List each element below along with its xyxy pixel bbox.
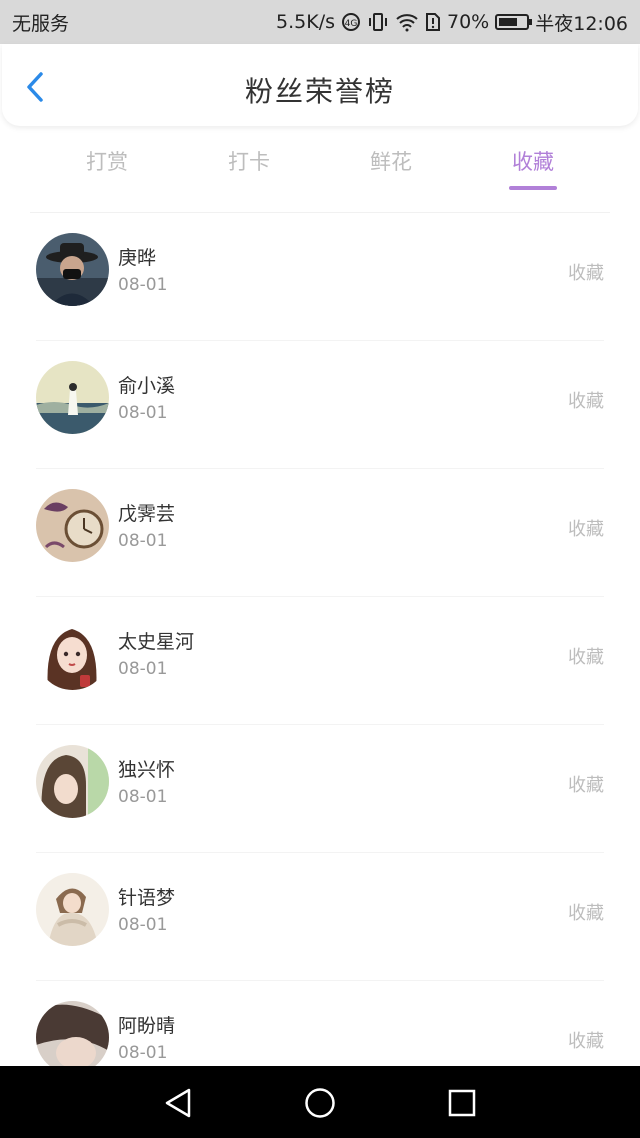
fan-name: 阿盼晴 (118, 1015, 176, 1037)
fan-action-label: 收藏 (568, 903, 604, 924)
list-item[interactable]: 戊霁芸 08-01 收藏 (0, 469, 640, 597)
fan-date: 08-01 (118, 531, 168, 551)
carrier-text: 无服务 (12, 12, 70, 35)
avatar (36, 489, 109, 562)
avatar (36, 233, 109, 306)
fan-action-label: 收藏 (568, 647, 604, 668)
svg-text:4G: 4G (345, 19, 358, 29)
nav-back-button[interactable] (158, 1086, 198, 1120)
network-speed: 5.5K/s (276, 11, 335, 33)
fan-name: 庚晔 (118, 247, 157, 269)
fan-date: 08-01 (118, 659, 168, 679)
fan-date: 08-01 (118, 915, 168, 935)
fan-date: 08-01 (118, 787, 168, 807)
battery-icon (495, 14, 533, 30)
fan-name: 太史星河 (118, 631, 195, 653)
page-title: 粉丝荣誉榜 (244, 75, 395, 108)
fan-date: 08-01 (118, 275, 168, 295)
fan-date: 08-01 (118, 403, 168, 423)
header: 粉丝荣誉榜 (2, 44, 638, 126)
fan-name: 戊霁芸 (118, 503, 176, 525)
avatar (36, 1001, 109, 1074)
system-nav-bar (0, 1066, 640, 1138)
nav-home-button[interactable] (300, 1086, 340, 1120)
fan-action-label: 收藏 (568, 775, 604, 796)
sim-alert-icon (425, 12, 441, 32)
fan-action-label: 收藏 (568, 1031, 604, 1052)
fan-action-label: 收藏 (568, 263, 604, 284)
list-item[interactable]: 独兴怀 08-01 收藏 (0, 725, 640, 853)
tab-favorites[interactable]: 收藏 (483, 146, 583, 176)
avatar (36, 745, 109, 818)
wifi-icon (395, 12, 419, 32)
square-recent-icon (448, 1089, 476, 1117)
status-indicators: 5.5K/s 4G 70% 半夜12:06 (276, 9, 628, 36)
avatar (36, 873, 109, 946)
vibrate-icon (367, 12, 389, 32)
fan-name: 独兴怀 (118, 759, 176, 781)
list-item[interactable]: 俞小溪 08-01 收藏 (0, 341, 640, 469)
active-tab-indicator (509, 186, 557, 190)
status-bar: 无服务 5.5K/s 4G 70% 半夜12:06 (0, 0, 640, 44)
hd-icon: 4G (341, 12, 361, 32)
nav-recent-button[interactable] (442, 1086, 482, 1120)
battery-percent: 70% (447, 11, 490, 33)
avatar (36, 361, 109, 434)
list-item[interactable]: 针语梦 08-01 收藏 (0, 853, 640, 981)
fan-action-label: 收藏 (568, 519, 604, 540)
fan-name: 针语梦 (118, 887, 176, 909)
tab-checkin[interactable]: 打卡 (199, 146, 299, 176)
clock: 半夜12:06 (535, 12, 628, 35)
fan-date: 08-01 (118, 1043, 168, 1063)
circle-home-icon (305, 1088, 335, 1118)
tab-reward[interactable]: 打赏 (57, 146, 157, 176)
triangle-back-icon (165, 1088, 191, 1118)
list-item[interactable]: 太史星河 08-01 收藏 (0, 597, 640, 725)
fan-list: 庚晔 08-01 收藏 俞小溪 08-01 收藏 戊霁芸 08-01 收藏 太史… (0, 213, 640, 1109)
tab-flowers[interactable]: 鲜花 (341, 146, 441, 176)
list-item[interactable]: 庚晔 08-01 收藏 (0, 213, 640, 341)
fan-name: 俞小溪 (118, 375, 176, 397)
avatar (36, 617, 109, 690)
fan-action-label: 收藏 (568, 391, 604, 412)
